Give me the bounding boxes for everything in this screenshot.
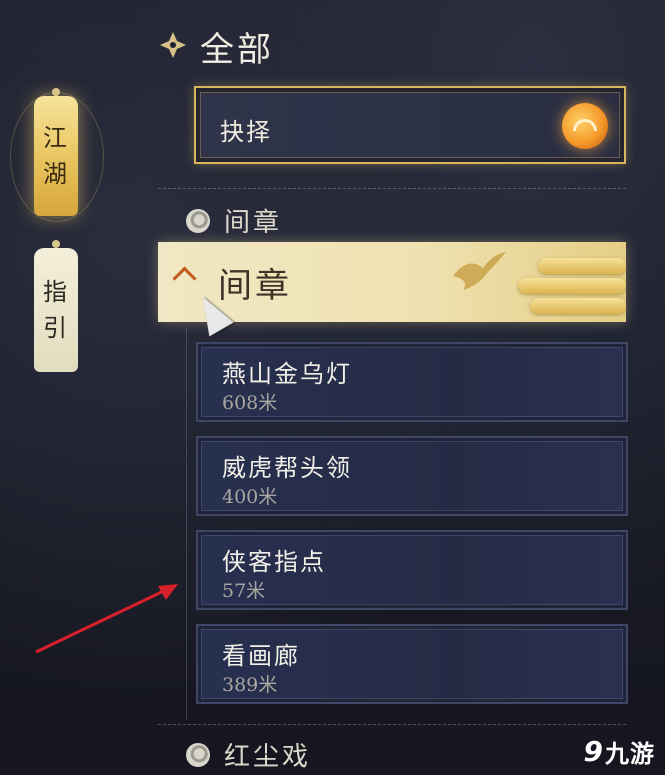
section-interlude-collapsed[interactable]: 间章	[186, 202, 282, 239]
diamond-flower-icon	[160, 32, 186, 58]
chevron-up-icon	[172, 266, 197, 291]
quest-item[interactable]: 侠客指点 57米	[196, 530, 628, 610]
watermark-logo: 9 九游	[584, 734, 655, 769]
scroll-decoration-3	[530, 298, 626, 314]
scroll-decoration-2	[518, 278, 626, 294]
tab-guide[interactable]: 指 引	[34, 248, 78, 372]
section-red-dust-label: 红尘戏	[224, 742, 312, 772]
page-title: 全部	[200, 30, 274, 70]
watermark-mark: 9	[583, 735, 603, 768]
scroll-decoration-1	[538, 258, 626, 274]
tab-guide-char-2: 引	[43, 314, 69, 342]
tab-jianghu[interactable]: 江 湖	[34, 96, 78, 216]
quest-distance: 400米	[222, 486, 278, 508]
tab-knot-top	[52, 88, 60, 96]
quest-name: 威虎帮头领	[222, 454, 352, 482]
quest-distance: 389米	[222, 674, 278, 696]
tab-jianghu-char-1: 江	[43, 124, 69, 152]
section-divider-bottom	[158, 724, 626, 725]
quest-orb-icon	[562, 103, 608, 149]
annotation-arrow-icon	[35, 584, 178, 654]
selected-quest-label: 抉择	[220, 118, 272, 146]
quest-name: 燕山金乌灯	[222, 360, 352, 388]
quest-name: 侠客指点	[222, 548, 326, 576]
quest-item[interactable]: 看画廊 389米	[196, 624, 628, 704]
quest-distance: 57米	[222, 580, 266, 602]
section-red-dust-collapsed[interactable]: 红尘戏	[186, 736, 311, 773]
crane-icon	[453, 252, 506, 290]
section-expanded-label: 间章	[218, 266, 292, 306]
swirl-icon	[186, 208, 210, 233]
tab-knot-bottom	[52, 240, 60, 248]
tab-guide-char-1: 指	[43, 278, 69, 306]
tab-jianghu-char-2: 湖	[43, 160, 69, 188]
section-divider-top	[158, 188, 626, 189]
watermark-text: 九游	[605, 739, 655, 768]
section-interlude-label: 间章	[224, 208, 283, 238]
quest-distance: 608米	[222, 392, 278, 414]
quest-name: 看画廊	[222, 642, 300, 670]
section-interlude-expanded[interactable]: 间章	[158, 242, 626, 322]
swirl-icon	[186, 742, 210, 767]
quest-item[interactable]: 威虎帮头领 400米	[196, 436, 628, 516]
selected-quest-choice[interactable]: 抉择	[194, 86, 626, 164]
quest-item[interactable]: 燕山金乌灯 608米	[196, 342, 628, 422]
